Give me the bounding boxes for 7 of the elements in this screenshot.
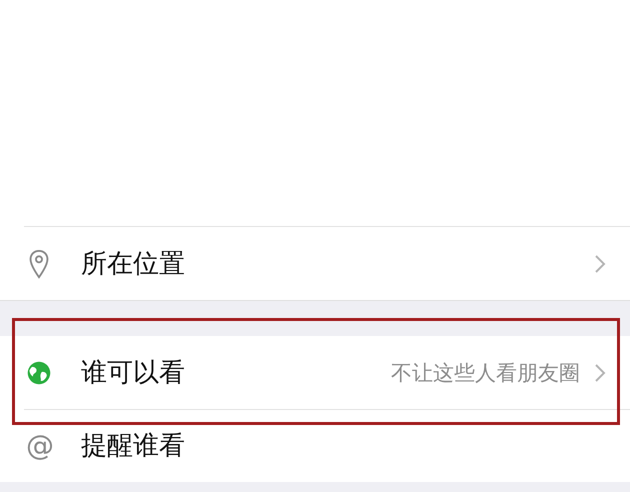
at-sign-icon: @ — [26, 430, 52, 460]
settings-row[interactable]: 谁可以看 不让这些人看朋友圈 — [0, 336, 630, 409]
settings-row[interactable]: @ 提醒谁看 — [0, 409, 630, 482]
row-value: 不让这些人看朋友圈 — [391, 360, 580, 386]
row-label: 所在位置 — [81, 248, 186, 281]
row-label: 谁可以看 — [81, 357, 186, 390]
row-label: 提醒谁看 — [81, 430, 186, 463]
